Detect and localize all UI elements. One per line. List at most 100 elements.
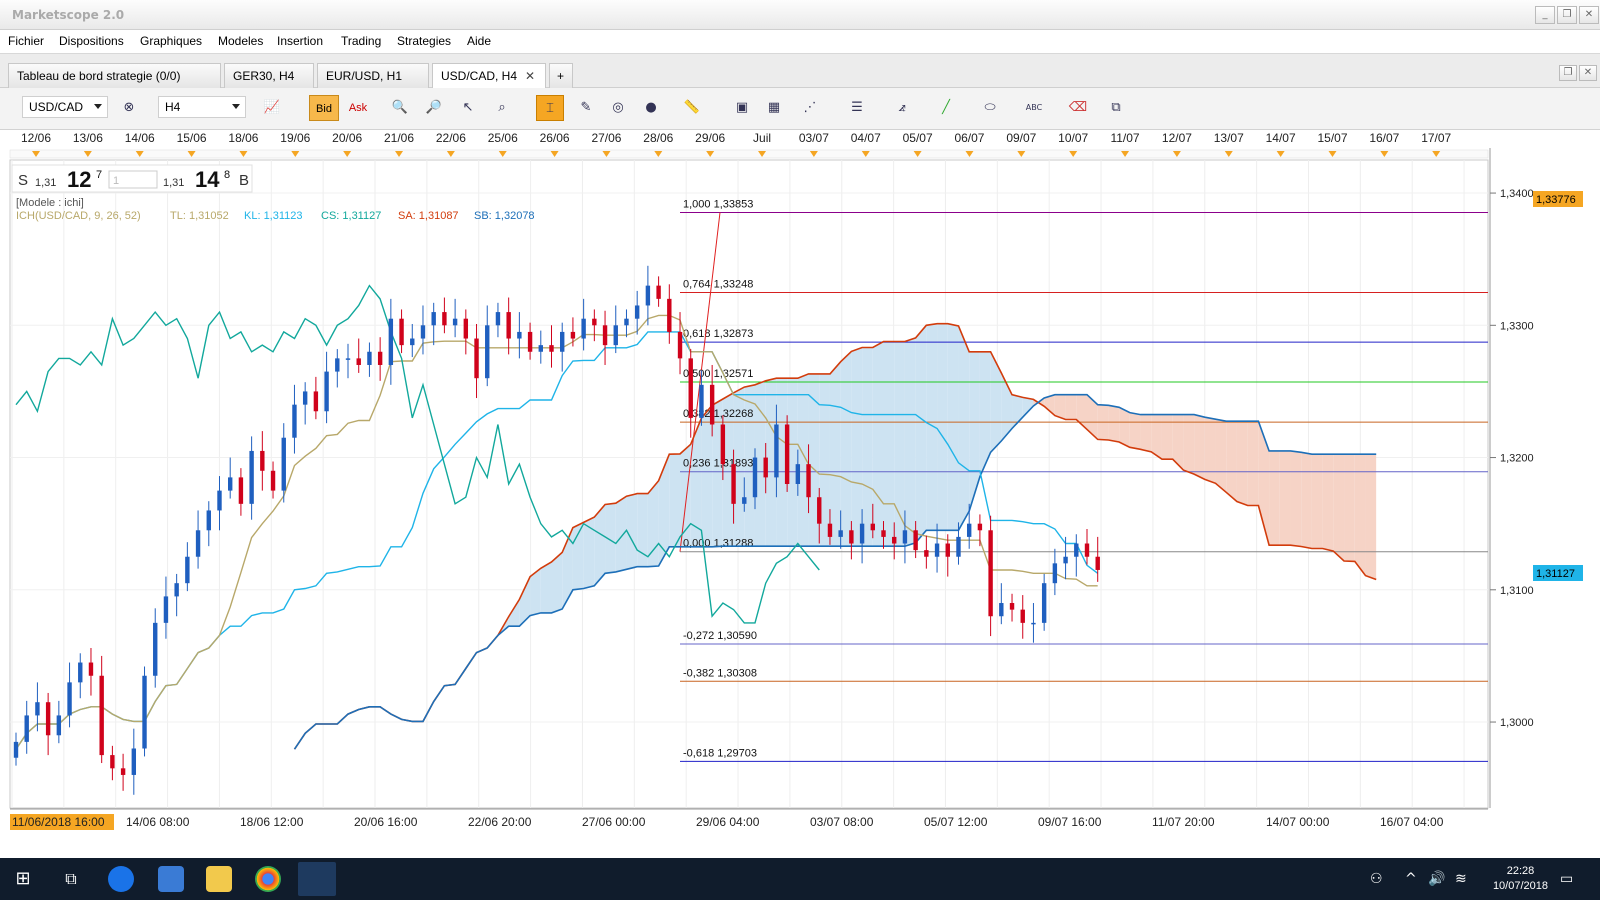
candle-body — [131, 748, 137, 775]
tab-usdcad[interactable]: USD/CAD, H4 ✕ — [432, 63, 546, 88]
top-date-label: 13/07 — [1214, 131, 1244, 145]
candle-body — [345, 358, 351, 360]
levels-icon[interactable]: ☰ — [843, 95, 871, 121]
cloud-segment — [1226, 421, 1237, 502]
menu-strategies[interactable]: Strategies — [397, 34, 451, 48]
tab-ger30[interactable]: GER30, H4 — [224, 63, 314, 88]
notification-icon[interactable]: ▭ — [1560, 866, 1586, 892]
ellipse-icon[interactable]: ⬭ — [976, 95, 1004, 121]
menu-graphiques[interactable]: Graphiques — [140, 34, 202, 48]
top-date-label: 22/06 — [436, 131, 466, 145]
instrument-select[interactable]: USD/CAD — [22, 96, 108, 118]
bottom-date-label: 16/07 04:00 — [1380, 815, 1444, 829]
minimize-button[interactable]: _ — [1535, 6, 1555, 24]
cloud-segment — [615, 496, 627, 572]
candle-body — [667, 298, 672, 332]
eraser-icon[interactable]: ⌫ — [1064, 95, 1092, 121]
ruler-icon[interactable]: 📏 — [678, 95, 706, 121]
browser-icon[interactable] — [108, 866, 134, 892]
panel-close-button[interactable]: ✕ — [1579, 65, 1597, 81]
marketscope-taskbar-icon[interactable] — [298, 862, 336, 896]
cloud-segment — [1247, 421, 1259, 506]
price-chart[interactable]: 12/06 13/06 14/06 15/06 18/06 19/06 20/06 21/06… — [0, 130, 1600, 858]
fibo-level-label: 0,500 1,32571 — [683, 368, 753, 380]
top-date-label: 03/07 — [799, 131, 829, 145]
candle-body — [806, 464, 811, 498]
top-date-label: 04/07 — [851, 131, 881, 145]
menu-dispositions[interactable]: Dispositions — [59, 34, 124, 48]
candle-body — [410, 338, 415, 346]
menu-fichier[interactable]: Fichier — [8, 34, 44, 48]
globe-icon[interactable]: ● — [637, 95, 665, 121]
volume-icon[interactable]: 🔊 — [1428, 866, 1454, 892]
panel-restore-button[interactable]: ❐ — [1559, 65, 1577, 81]
tab-close-icon[interactable]: ✕ — [525, 69, 535, 83]
zoom-in-icon[interactable]: 🔍 — [386, 95, 414, 121]
candle-body — [174, 583, 179, 597]
top-date-label: 29/06 — [695, 131, 725, 145]
trendline-icon[interactable]: ╱ — [932, 95, 960, 121]
task-view-icon[interactable]: ⧉ — [58, 866, 84, 892]
chart-type-icon[interactable]: 📈 — [258, 95, 286, 121]
people-icon[interactable]: ⚇ — [1370, 866, 1396, 892]
fibonacci-icon[interactable]: ⦨ — [888, 95, 916, 121]
cloud-segment — [1311, 454, 1323, 549]
menu-trading[interactable]: Trading — [341, 34, 381, 48]
top-date-label: 10/07 — [1058, 131, 1088, 145]
buy-label[interactable]: B — [239, 172, 249, 189]
tray-clock[interactable]: 22:28 10/07/2018 — [1493, 864, 1548, 894]
menu-modeles[interactable]: Modeles — [218, 34, 263, 48]
compare-icon[interactable]: ⊗ — [115, 95, 143, 121]
tab-label: Tableau de bord strategie (0/0) — [17, 69, 181, 83]
text-abc-icon[interactable]: ABC — [1020, 95, 1048, 121]
windows-start-icon[interactable]: ⊞ — [10, 866, 36, 892]
zoom-out-icon[interactable]: 🔎 — [420, 95, 448, 121]
chart-toolbar: USD/CAD ⊗ H4 📈 Bid Ask 🔍 🔎 ↖ ⌕ ⌶ ✎ ◎ ● 📏… — [0, 88, 1600, 130]
cloud-segment — [851, 347, 863, 547]
cloud-segment — [1065, 394, 1077, 420]
cloud-segment — [883, 341, 895, 547]
close-button[interactable]: ✕ — [1579, 6, 1599, 24]
buy-price-big: 14 — [195, 167, 220, 192]
candle-body — [1095, 556, 1100, 570]
price-tick-label: 1,3000 — [1500, 717, 1534, 729]
candle-body — [517, 331, 522, 339]
file-explorer-icon[interactable] — [206, 866, 232, 892]
cloud-segment — [1344, 454, 1355, 562]
hierarchy-icon[interactable]: ⧉ — [1102, 95, 1130, 121]
zoom-area-icon[interactable]: ⌕ — [488, 95, 516, 121]
restore-button[interactable]: ❐ — [1557, 6, 1577, 24]
candle-body — [495, 312, 501, 326]
top-date-label: 19/06 — [280, 131, 310, 145]
image-icon[interactable]: ▣ — [728, 95, 756, 121]
eye-icon[interactable]: ◎ — [604, 95, 632, 121]
candle-body — [163, 596, 169, 623]
menu-insertion[interactable]: Insertion — [277, 34, 323, 48]
menu-aide[interactable]: Aide — [467, 34, 491, 48]
lines-icon[interactable]: ⋰ — [796, 95, 824, 121]
bid-button[interactable]: Bid — [309, 95, 339, 121]
cursor-icon[interactable]: ↖ — [454, 95, 482, 121]
candle-body — [763, 457, 768, 478]
candle-body — [913, 530, 918, 551]
cloud-segment — [1204, 417, 1216, 484]
tab-label: USD/CAD, H4 — [441, 69, 518, 83]
crosshair-icon[interactable]: ⌶ — [536, 95, 564, 121]
wifi-icon[interactable]: ≋ — [1455, 866, 1481, 892]
tab-dashboard[interactable]: Tableau de bord strategie (0/0) — [8, 63, 221, 88]
candle-body — [656, 285, 661, 299]
sell-label[interactable]: S — [18, 172, 28, 189]
candle-body — [110, 755, 115, 769]
sell-price-prefix: 1,31 — [35, 177, 56, 189]
add-tab-button[interactable]: + — [549, 63, 573, 88]
table-icon[interactable]: ▦ — [760, 95, 788, 121]
timeframe-select[interactable]: H4 — [158, 96, 246, 118]
contacts-icon[interactable] — [158, 866, 184, 892]
chart-area[interactable]: 12/06 13/06 14/06 15/06 18/06 19/06 20/06 21/06… — [0, 130, 1600, 858]
chrome-icon[interactable] — [255, 866, 281, 892]
ask-button[interactable]: Ask — [343, 95, 373, 121]
tab-eurusd[interactable]: EUR/USD, H1 — [317, 63, 429, 88]
properties-icon[interactable]: ✎ — [572, 95, 600, 121]
top-date-label: 16/07 — [1369, 131, 1399, 145]
cloud-segment — [1215, 419, 1227, 493]
